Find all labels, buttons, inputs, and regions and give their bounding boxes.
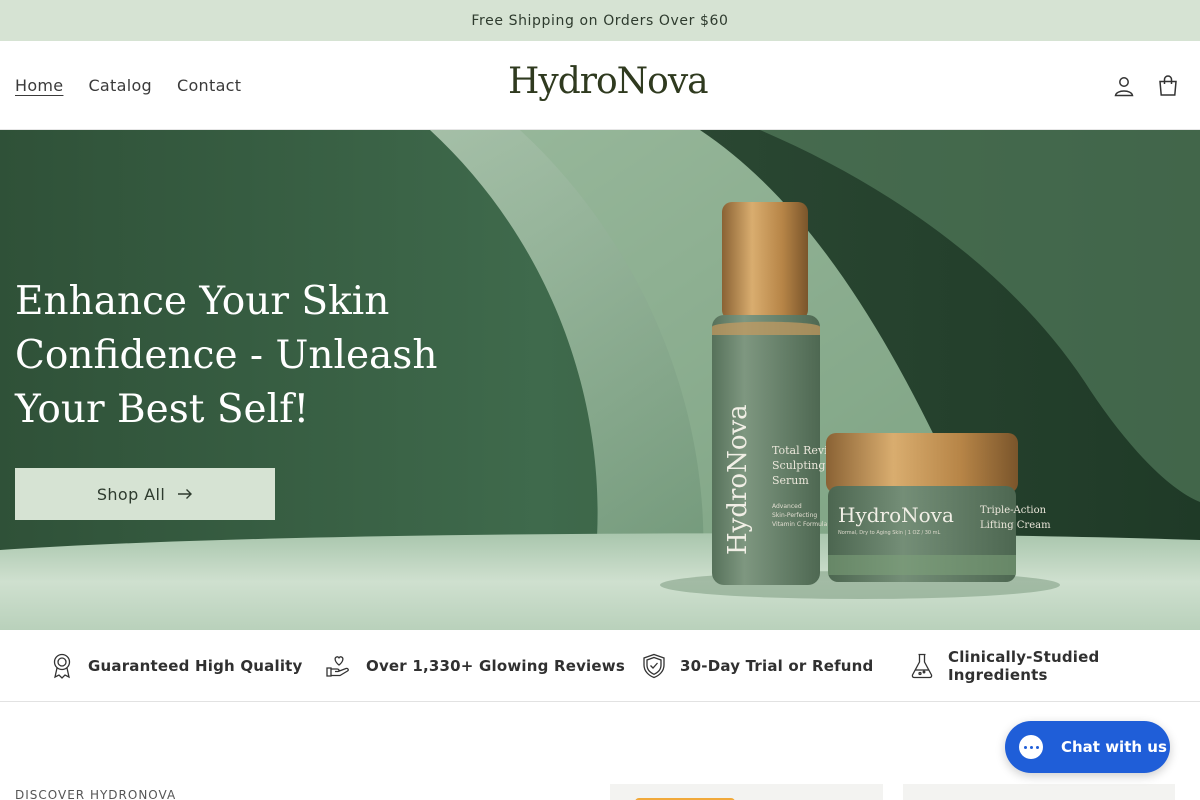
nav-home-link[interactable]: Home [15, 76, 63, 95]
award-ribbon-icon [53, 653, 71, 679]
svg-text:Advanced: Advanced [772, 503, 802, 510]
feature-reviews: Over 1,330+ Glowing Reviews [326, 630, 625, 702]
features-bar: Guaranteed High Quality Over 1,330+ Glow… [0, 630, 1200, 702]
discover-eyebrow: DISCOVER HYDRONOVA [15, 788, 177, 800]
nav-catalog-link[interactable]: Catalog [88, 76, 152, 95]
hand-heart-icon [326, 656, 349, 677]
site-header: Home Catalog Contact HydroNova [0, 41, 1200, 130]
feature-trial: 30-Day Trial or Refund [642, 630, 874, 702]
hero-banner: HydroNova Total Revive Sculpting Serum A… [0, 130, 1200, 630]
shield-check-icon [643, 653, 665, 679]
feature-ingredients: Clinically-Studied Ingredients [910, 630, 1200, 702]
shop-all-label: Shop All [96, 484, 166, 504]
nav-contact-link[interactable]: Contact [177, 76, 241, 95]
feature-label: 30-Day Trial or Refund [680, 657, 874, 675]
feature-quality: Guaranteed High Quality [50, 630, 303, 702]
flask-icon [911, 653, 933, 679]
svg-text:Skin-Perfecting: Skin-Perfecting [772, 512, 817, 519]
chat-label: Chat with us [1061, 738, 1167, 756]
chat-widget-button[interactable]: Chat with us [1005, 721, 1170, 773]
header-icons [1112, 41, 1180, 130]
arrow-right-icon [178, 489, 193, 499]
account-icon[interactable] [1112, 74, 1136, 98]
feature-label: Over 1,330+ Glowing Reviews [366, 657, 625, 675]
serum-brand-text: HydroNova [723, 404, 753, 555]
cart-icon[interactable] [1156, 74, 1180, 98]
product-card[interactable] [903, 784, 1175, 800]
announcement-text: Free Shipping on Orders Over $60 [471, 12, 729, 29]
svg-text:Vitamin C Formula: Vitamin C Formula [772, 521, 828, 528]
feature-label: Guaranteed High Quality [88, 657, 303, 675]
shop-all-button[interactable]: Shop All [15, 468, 275, 520]
product-card[interactable] [610, 784, 883, 800]
feature-label: Clinically-Studied Ingredients [948, 648, 1100, 684]
svg-text:Lifting Cream: Lifting Cream [980, 520, 1051, 531]
main-nav: Home Catalog Contact [15, 41, 241, 130]
chat-bubble-icon [1019, 735, 1043, 759]
hero-title: Enhance Your Skin Confidence - Unleash Y… [15, 279, 438, 432]
svg-text:Normal, Dry to Aging Skin | 1: Normal, Dry to Aging Skin | 1 OZ / 30 mL [838, 530, 941, 536]
svg-text:Sculpting: Sculpting [772, 459, 825, 472]
jar-brand-text: HydroNova [838, 503, 954, 527]
svg-text:Triple-Action: Triple-Action [980, 505, 1047, 516]
site-logo[interactable]: HydroNova [508, 61, 709, 102]
announcement-bar: Free Shipping on Orders Over $60 [0, 0, 1200, 41]
svg-text:Serum: Serum [772, 474, 809, 487]
